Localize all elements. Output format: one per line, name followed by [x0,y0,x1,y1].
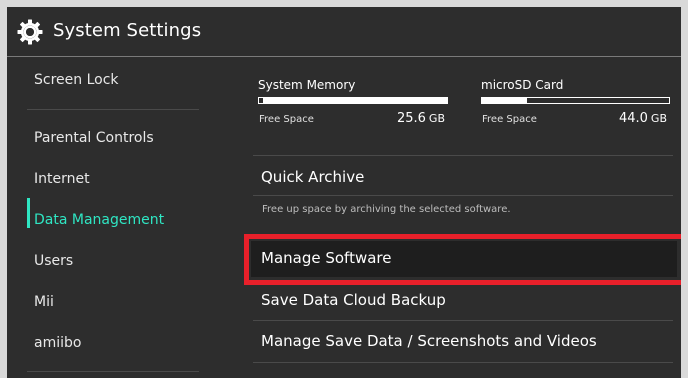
save-data-cloud-backup-item[interactable]: Save Data Cloud Backup [261,291,446,309]
divider [253,362,673,363]
quick-archive-item[interactable]: Quick Archive [261,168,364,186]
system-memory-free-value: 25.6 GB [396,111,445,126]
sidebar-divider [27,109,199,110]
sidebar-item-screen-lock[interactable]: Screen Lock [34,72,119,88]
active-indicator [27,198,30,228]
settings-window: System Settings Screen Lock Parental Con… [7,7,681,378]
divider [253,155,673,156]
system-memory-free-label: Free Space [259,114,314,125]
sidebar-item-internet[interactable]: Internet [34,171,90,187]
microsd-free-value: 44.0 GB [618,111,667,126]
microsd-bar [481,97,670,104]
quick-archive-hint: Free up space by archiving the selected … [262,204,511,215]
manage-save-data-item[interactable]: Manage Save Data / Screenshots and Video… [261,332,597,350]
page-title: System Settings [53,20,202,41]
microsd-free-label: Free Space [482,114,537,125]
manage-software-item[interactable]: Manage Software [261,249,391,267]
divider [253,195,673,196]
sidebar-item-parental-controls[interactable]: Parental Controls [34,130,154,146]
microsd-label: microSD Card [481,78,564,92]
sidebar: Screen Lock Parental Controls Internet D… [7,57,207,378]
sidebar-divider [27,371,199,372]
sidebar-item-amiibo[interactable]: amiibo [34,335,81,351]
sidebar-item-users[interactable]: Users [34,253,73,269]
title-bar: System Settings [7,7,681,57]
system-memory-used [259,98,263,103]
gear-icon [17,19,43,45]
sidebar-item-data-management[interactable]: Data Management [34,212,164,228]
system-memory-bar [258,97,448,104]
microsd-used [482,98,527,103]
system-memory-label: System Memory [258,78,356,92]
divider [253,320,673,321]
sidebar-item-mii[interactable]: Mii [34,294,54,310]
